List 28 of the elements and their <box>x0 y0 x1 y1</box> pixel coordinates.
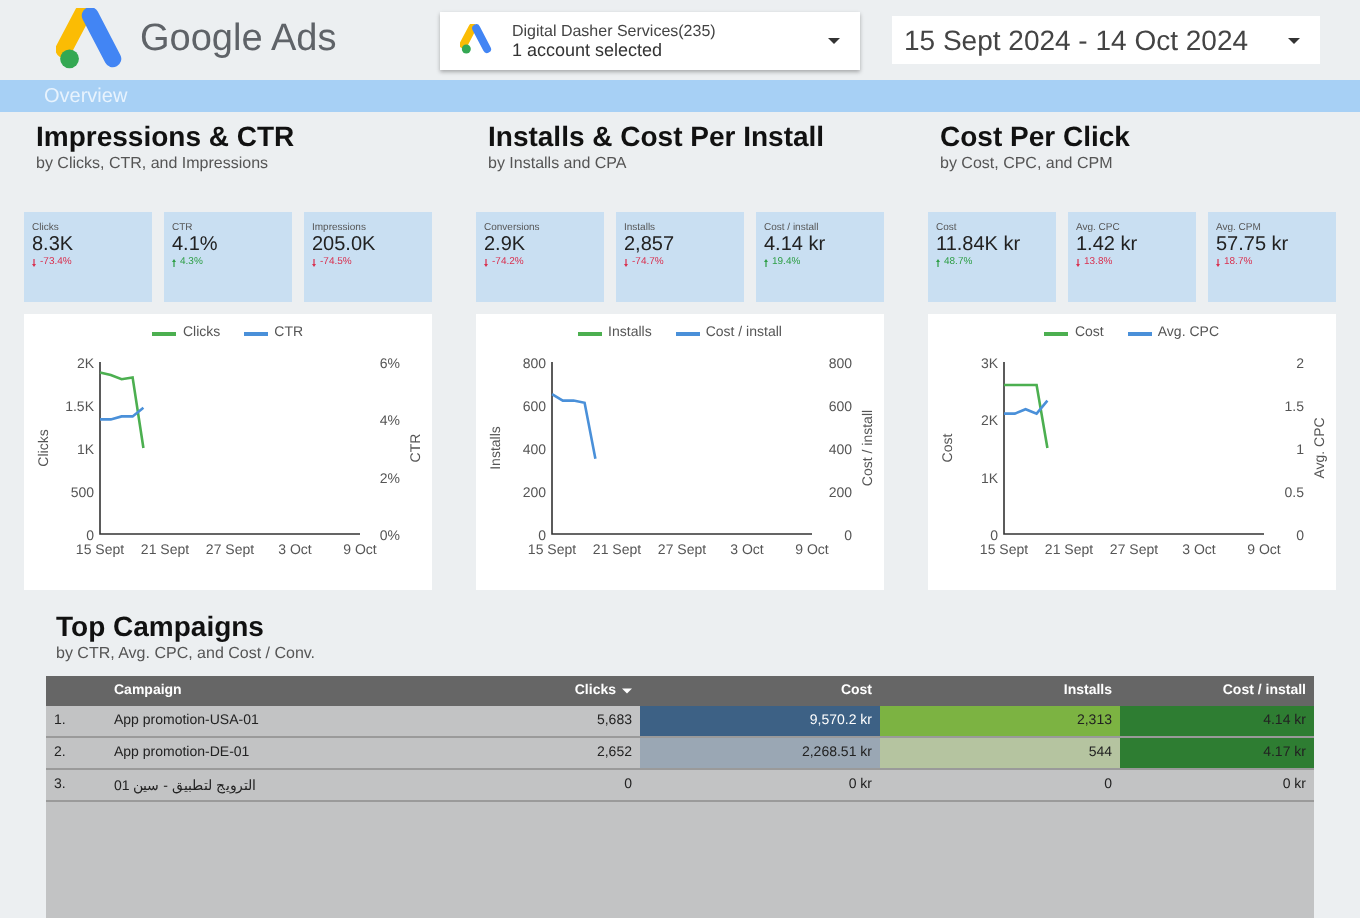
section-title: Top Campaigns <box>56 610 266 642</box>
section-subtitle: by Cost, CPC, and CPM <box>940 154 1115 172</box>
account-detail: 1 account selected <box>512 39 663 59</box>
kpi-value: 57.75 kr <box>1216 234 1291 256</box>
section-subtitle: by Clicks, CTR, and Impressions <box>36 154 271 172</box>
caret-icon <box>1288 37 1300 43</box>
account-selector[interactable]: Digital Dasher Services(235) 1 account selected <box>440 11 860 69</box>
kpi-value: 2.9K <box>484 234 528 256</box>
section-title: Installs & Cost Per Install <box>488 120 827 152</box>
kpi-value: 4.14 kr <box>764 234 828 256</box>
account-name: Digital Dasher Services(235) <box>512 21 718 39</box>
google-ads-logo-icon <box>460 24 496 56</box>
kpi-value: 1.42 kr <box>1076 234 1140 256</box>
kpi-value: 11.84K kr <box>936 234 1023 256</box>
kpi-value: 8.3K <box>32 234 76 256</box>
kpi-value: 205.0K <box>312 234 378 256</box>
section-title: Impressions & CTR <box>36 120 297 152</box>
data-line <box>551 393 597 460</box>
caret-icon <box>828 37 840 43</box>
section-subtitle: by CTR, Avg. CPC, and Cost / Conv. <box>56 644 318 662</box>
band-label: Overview <box>44 85 128 107</box>
kpi-value: 2,857 <box>624 234 677 256</box>
logo-text: Google Ads <box>140 18 337 62</box>
section-title: Cost Per Click <box>940 120 1132 152</box>
section-subtitle: by Installs and CPA <box>488 154 629 172</box>
kpi-value: 4.1% <box>172 234 220 256</box>
date-range-selector[interactable]: 15 Sept 2024 - 14 Oct 2024 <box>892 16 1320 64</box>
sort-caret-icon <box>622 688 632 694</box>
